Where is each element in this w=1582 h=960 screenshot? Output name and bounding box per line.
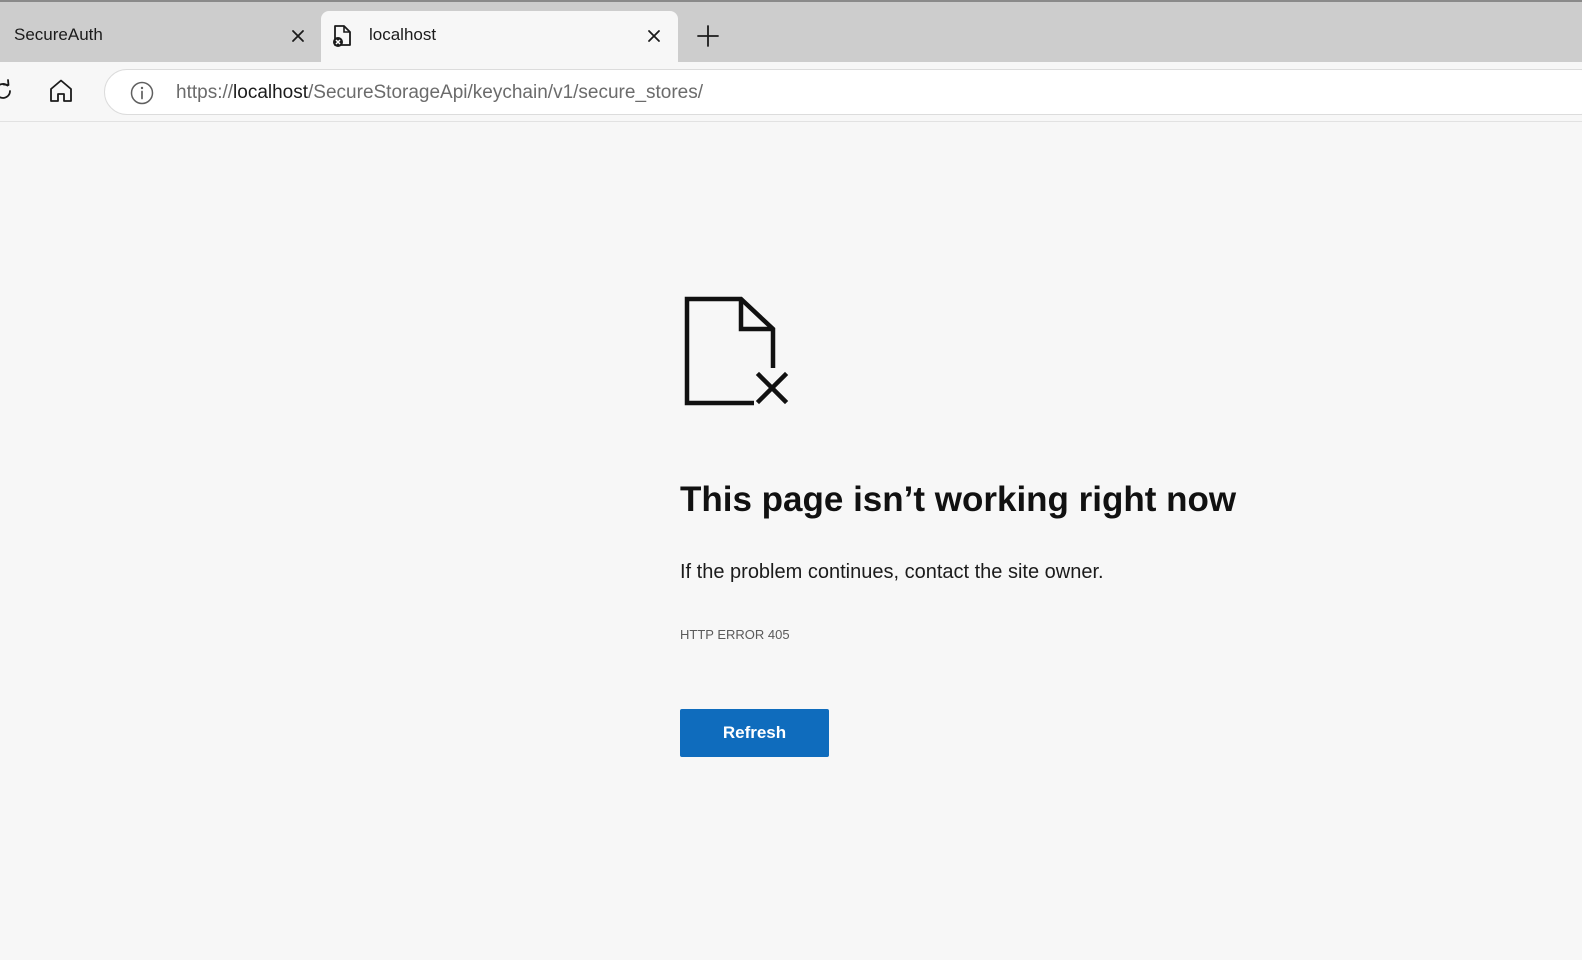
tab-title: localhost (369, 25, 437, 44)
url-scheme: https:// (176, 82, 234, 103)
tab-strip: SecureAuth localhost (0, 0, 1582, 62)
home-icon[interactable] (46, 76, 76, 106)
address-bar[interactable]: https://localhost/SecureStorageApi/keych… (104, 69, 1582, 115)
info-icon[interactable] (129, 80, 155, 106)
refresh-button[interactable]: Refresh (680, 709, 829, 757)
document-error-icon (331, 24, 353, 48)
close-tab-icon[interactable] (288, 26, 308, 46)
new-tab-plus-icon[interactable] (694, 22, 722, 50)
error-description: If the problem continues, contact the si… (680, 561, 1104, 583)
error-code: HTTP ERROR 405 (680, 627, 790, 642)
url-path: /SecureStorageApi/keychain/v1/secure_sto… (308, 82, 704, 103)
document-error-icon (684, 296, 790, 408)
refresh-icon[interactable] (0, 76, 18, 106)
tab-secureauth[interactable]: SecureAuth (0, 11, 318, 62)
close-tab-icon[interactable] (644, 26, 664, 46)
tab-localhost[interactable]: localhost (321, 11, 678, 62)
browser-toolbar: https://localhost/SecureStorageApi/keych… (0, 62, 1582, 122)
url-host: localhost (233, 82, 309, 103)
url-text[interactable]: https://localhost/SecureStorageApi/keych… (176, 82, 703, 104)
error-title: This page isn’t working right now (680, 480, 1237, 519)
tab-title: SecureAuth (14, 25, 103, 44)
